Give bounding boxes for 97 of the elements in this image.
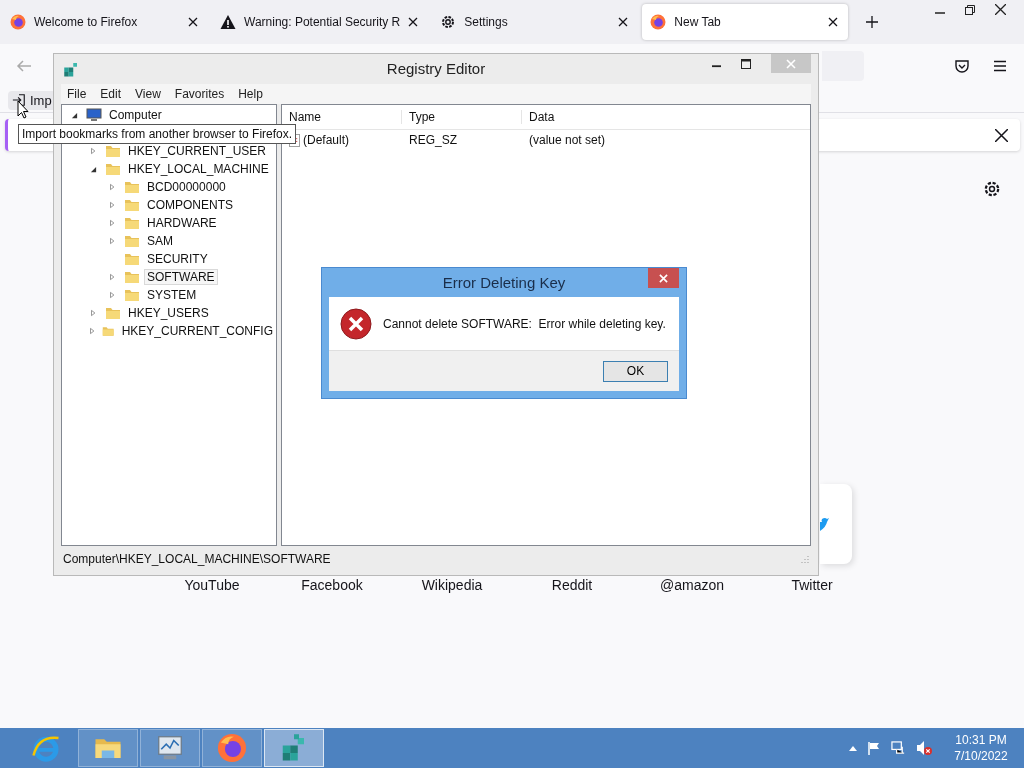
collapsed-arrow-icon[interactable] xyxy=(109,219,115,227)
shortcut-label[interactable]: Twitter xyxy=(791,577,833,593)
column-header[interactable]: Data xyxy=(522,110,810,124)
taskbar-button[interactable] xyxy=(202,729,262,767)
dialog-title: Error Deleting Key xyxy=(442,274,566,291)
folder-icon xyxy=(124,233,140,249)
tree-item[interactable]: HKEY_CURRENT_CONFIG xyxy=(118,323,276,339)
folder-icon xyxy=(124,179,140,195)
shortcut-label[interactable]: Reddit xyxy=(551,577,593,593)
back-arrow-icon[interactable] xyxy=(16,58,32,74)
folder-icon xyxy=(124,215,140,231)
muted-speaker-icon[interactable] xyxy=(916,740,932,756)
firefox-icon xyxy=(650,14,667,30)
tree-item[interactable]: HARDWARE xyxy=(144,215,220,231)
taskbar-button[interactable] xyxy=(78,729,138,767)
import-icon xyxy=(12,93,26,107)
collapsed-arrow-icon[interactable] xyxy=(90,309,96,317)
shortcut-label[interactable]: YouTube xyxy=(184,577,240,593)
collapsed-arrow-icon[interactable] xyxy=(109,237,115,245)
tooltip: Import bookmarks from another browser to Firefox. xyxy=(18,124,297,144)
close-tab-icon[interactable] xyxy=(618,17,629,27)
tree-item[interactable]: SECURITY xyxy=(144,251,211,267)
collapsed-arrow-icon[interactable] xyxy=(109,183,115,191)
pocket-icon[interactable] xyxy=(954,58,970,74)
folder-icon xyxy=(124,197,140,213)
tree-item[interactable]: HKEY_CURRENT_USER xyxy=(125,143,270,159)
ok-button[interactable]: OK xyxy=(603,360,668,382)
close-tab-icon[interactable] xyxy=(408,17,419,27)
tree-item[interactable]: COMPONENTS xyxy=(144,197,236,213)
close-icon xyxy=(659,273,668,283)
warning-icon xyxy=(220,14,236,30)
resize-grip-icon[interactable] xyxy=(801,555,809,563)
menu-item[interactable]: View xyxy=(129,87,167,101)
close-icon[interactable] xyxy=(995,4,1006,15)
taskbar-button[interactable] xyxy=(264,729,324,767)
menu-item[interactable]: Edit xyxy=(94,87,128,101)
clock-date[interactable]: 7/10/2022 xyxy=(954,748,1008,764)
menu-icon[interactable] xyxy=(992,58,1008,74)
folder-icon xyxy=(124,251,140,267)
browser-tab[interactable]: Settings xyxy=(432,4,639,40)
tree-item[interactable]: SYSTEM xyxy=(144,287,200,303)
error-message: Cannot delete SOFTWARE: Error while deleting key. xyxy=(383,316,666,331)
column-header[interactable]: Type xyxy=(402,110,522,124)
tree-item[interactable]: SAM xyxy=(144,233,176,249)
caret-up-icon[interactable] xyxy=(849,745,857,751)
shortcut-label[interactable]: @amazon xyxy=(660,577,724,593)
collapsed-arrow-icon[interactable] xyxy=(90,147,96,155)
bird-icon xyxy=(820,517,829,531)
browser-tab[interactable]: Warning: Potential Security R xyxy=(212,4,429,40)
folder-icon xyxy=(124,287,140,303)
tree-item[interactable]: Computer xyxy=(106,107,165,123)
folder-icon xyxy=(105,161,121,177)
menu-item[interactable]: Help xyxy=(232,87,269,101)
tree-item[interactable]: SOFTWARE xyxy=(144,269,218,285)
folder-icon xyxy=(105,305,121,321)
settings-icon[interactable] xyxy=(983,180,1001,198)
folder-icon xyxy=(105,143,121,159)
tree-item[interactable]: HKEY_LOCAL_MACHINE xyxy=(125,161,272,177)
collapsed-arrow-icon[interactable] xyxy=(109,201,115,209)
tree-item[interactable]: BCD00000000 xyxy=(144,179,229,195)
network-icon[interactable] xyxy=(891,740,906,756)
firefox-icon xyxy=(217,733,247,763)
e-logo-icon xyxy=(31,733,61,763)
browser-tab[interactable]: New Tab xyxy=(642,4,849,40)
tree-item[interactable]: HKEY_USERS xyxy=(125,305,212,321)
close-tab-icon[interactable] xyxy=(828,17,839,27)
computer-icon xyxy=(86,107,102,123)
expanded-arrow-icon[interactable] xyxy=(89,165,97,173)
clock-time[interactable]: 10:31 PM xyxy=(955,732,1007,748)
menu-item[interactable]: Favorites xyxy=(168,87,231,101)
table-cell: (Default) xyxy=(303,133,349,147)
table-cell: (value not set) xyxy=(529,133,606,147)
error-icon xyxy=(340,307,372,340)
table-cell: REG_SZ xyxy=(409,133,457,147)
collapsed-arrow-icon[interactable] xyxy=(109,273,115,281)
taskbar-button[interactable] xyxy=(140,729,200,767)
firefox-icon xyxy=(10,14,26,30)
window-title: Registry Editor xyxy=(386,60,486,77)
restore-icon[interactable] xyxy=(965,4,975,15)
collapsed-arrow-icon[interactable] xyxy=(109,291,115,299)
shortcut-label[interactable]: Wikipedia xyxy=(421,577,483,593)
flag-icon[interactable] xyxy=(867,741,881,755)
close-tab-icon[interactable] xyxy=(188,17,198,27)
gear-icon xyxy=(440,14,457,30)
collapsed-arrow-icon[interactable] xyxy=(88,327,95,335)
expanded-arrow-icon[interactable] xyxy=(70,111,78,119)
new-tab-icon[interactable] xyxy=(866,16,879,28)
menu-item[interactable]: File xyxy=(61,87,93,101)
folder-icon xyxy=(124,269,140,285)
close-icon[interactable] xyxy=(995,128,1008,142)
shortcut-label[interactable]: Facebook xyxy=(301,577,363,593)
maximize-icon[interactable] xyxy=(741,58,751,69)
shortcut-tile[interactable] xyxy=(820,484,852,564)
browser-tab[interactable]: Welcome to Firefox xyxy=(2,4,208,40)
close-icon xyxy=(786,58,796,69)
status-bar-path: Computer\HKEY_LOCAL_MACHINE\SOFTWARE xyxy=(63,552,331,566)
close-button[interactable] xyxy=(648,268,679,288)
